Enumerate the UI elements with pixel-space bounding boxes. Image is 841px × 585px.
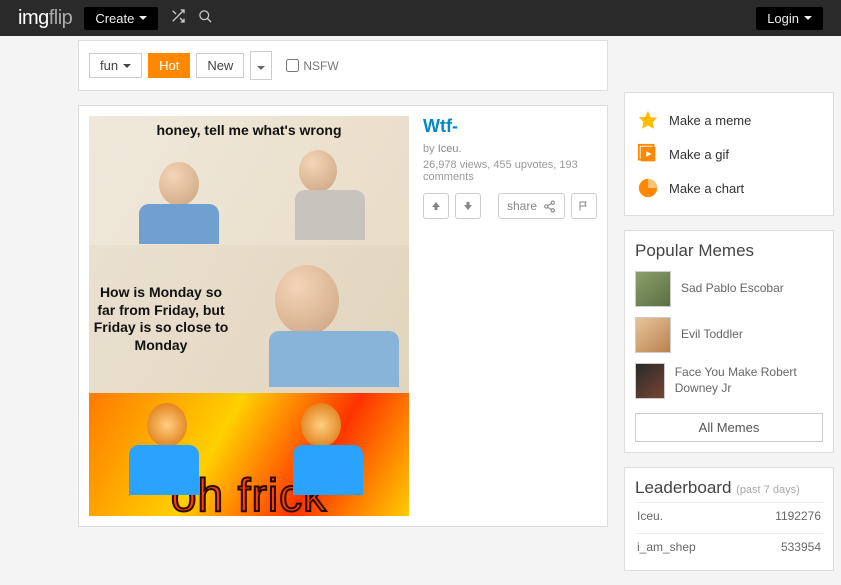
make-meme-label: Make a meme — [669, 113, 751, 128]
logo-img: img — [18, 7, 49, 29]
leader-score: 533954 — [781, 540, 821, 554]
popular-item-label: Sad Pablo Escobar — [681, 281, 784, 297]
create-label: Create — [95, 11, 134, 26]
stream-select[interactable]: fun — [89, 53, 142, 78]
make-meme-link[interactable]: Make a meme — [633, 103, 825, 137]
caret-down-icon — [257, 66, 265, 70]
stream-label: fun — [100, 58, 118, 73]
new-label: New — [207, 58, 233, 73]
post-stats: 26,978 views, 455 upvotes, 193 comments — [423, 159, 597, 183]
caret-down-icon — [139, 16, 147, 20]
downvote-button[interactable] — [455, 193, 481, 219]
upvote-button[interactable] — [423, 193, 449, 219]
chart-icon — [637, 177, 659, 199]
caret-down-icon — [123, 64, 131, 68]
sort-more-button[interactable] — [250, 51, 272, 80]
logo-flip: flip — [49, 7, 73, 29]
make-chart-label: Make a chart — [669, 181, 744, 196]
hot-label: Hot — [159, 58, 179, 73]
leaderboard-title-text: Leaderboard — [635, 478, 731, 497]
search-icon[interactable] — [198, 9, 213, 28]
flag-button[interactable] — [571, 193, 597, 219]
leaderboard-subtitle: (past 7 days) — [736, 484, 800, 496]
meme-image[interactable]: honey, tell me what's wrong How is Monda… — [89, 116, 409, 516]
make-gif-link[interactable]: Make a gif — [633, 137, 825, 171]
create-button[interactable]: Create — [84, 7, 158, 30]
leader-name: i_am_shep — [637, 540, 696, 554]
tab-hot[interactable]: Hot — [148, 53, 190, 78]
make-chart-link[interactable]: Make a chart — [633, 171, 825, 205]
tab-new[interactable]: New — [196, 53, 244, 78]
login-label: Login — [767, 11, 799, 26]
popular-item-label: Evil Toddler — [681, 327, 743, 343]
meme-caption-2: How is Monday so far from Friday, but Fr… — [89, 280, 233, 358]
share-button[interactable]: share — [498, 193, 565, 219]
meme-thumb — [635, 363, 665, 399]
leader-name: Iceu. — [637, 509, 663, 523]
logo[interactable]: imgflip — [18, 7, 72, 30]
popular-title: Popular Memes — [635, 241, 823, 261]
popular-meme-item[interactable]: Sad Pablo Escobar — [635, 271, 823, 307]
share-label: share — [507, 199, 537, 213]
meme-caption-1: honey, tell me what's wrong — [156, 122, 341, 138]
nsfw-checkbox[interactable] — [286, 59, 299, 72]
meme-icon — [637, 109, 659, 131]
make-gif-label: Make a gif — [669, 147, 729, 162]
login-button[interactable]: Login — [756, 7, 823, 30]
nsfw-toggle[interactable]: NSFW — [286, 59, 338, 73]
shuffle-icon[interactable] — [170, 8, 186, 28]
author-link[interactable]: Iceu. — [438, 143, 462, 155]
meme-thumb — [635, 317, 671, 353]
leaderboard-row[interactable]: i_am_shep 533954 — [635, 533, 823, 560]
nsfw-label: NSFW — [303, 59, 338, 73]
popular-meme-item[interactable]: Evil Toddler — [635, 317, 823, 353]
leaderboard-row[interactable]: Iceu. 1192276 — [635, 502, 823, 529]
all-memes-button[interactable]: All Memes — [635, 413, 823, 442]
popular-meme-item[interactable]: Face You Make Robert Downey Jr — [635, 363, 823, 399]
meme-thumb — [635, 271, 671, 307]
leaderboard-title: Leaderboard (past 7 days) — [635, 478, 823, 498]
leader-score: 1192276 — [775, 509, 821, 523]
share-icon — [543, 200, 556, 213]
post-title[interactable]: Wtf- — [423, 116, 597, 137]
popular-item-label: Face You Make Robert Downey Jr — [675, 365, 823, 396]
by-prefix: by — [423, 143, 438, 155]
caret-down-icon — [804, 16, 812, 20]
gif-icon — [637, 143, 659, 165]
